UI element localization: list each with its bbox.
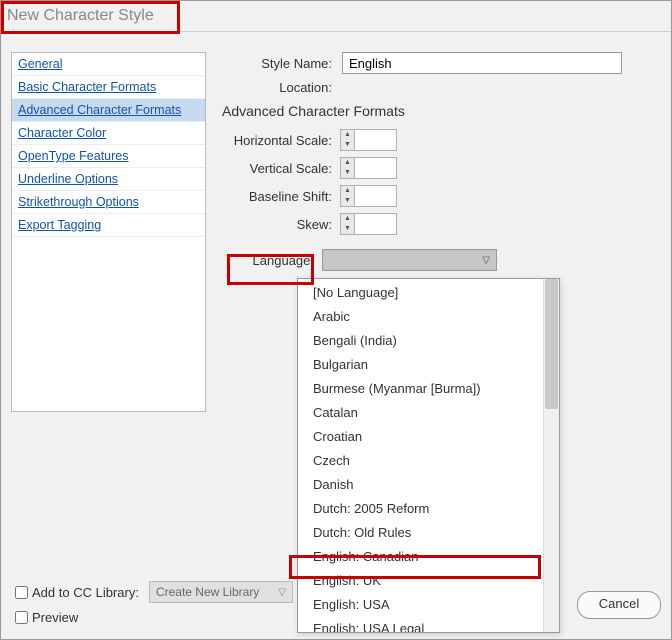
lang-option-danish[interactable]: Danish xyxy=(298,473,559,497)
lang-option-dutch-old[interactable]: Dutch: Old Rules xyxy=(298,521,559,545)
dialog-title: New Character Style xyxy=(1,1,671,32)
dialog: New Character Style General Basic Charac… xyxy=(0,0,672,640)
lang-option-arabic[interactable]: Arabic xyxy=(298,305,559,329)
lang-option-croatian[interactable]: Croatian xyxy=(298,425,559,449)
location-label: Location: xyxy=(222,80,342,95)
lang-option-english-usa[interactable]: English: USA xyxy=(298,593,559,617)
lang-option-bengali[interactable]: Bengali (India) xyxy=(298,329,559,353)
vertical-scale-label: Vertical Scale: xyxy=(222,161,340,176)
baseline-shift-input[interactable] xyxy=(355,185,397,207)
dropdown-options: [No Language] Arabic Bengali (India) Bul… xyxy=(298,279,559,633)
language-label: Language: xyxy=(222,253,322,268)
cc-library-select[interactable]: Create New Library ▽ xyxy=(149,581,293,603)
lang-option-catalan[interactable]: Catalan xyxy=(298,401,559,425)
cc-library-select-value: Create New Library xyxy=(156,585,259,599)
baseline-shift-label: Baseline Shift: xyxy=(222,189,340,204)
preview-label: Preview xyxy=(32,610,78,625)
preview-checkbox[interactable]: Preview xyxy=(11,608,139,627)
sidebar-item-opentype-features[interactable]: OpenType Features xyxy=(12,145,205,168)
lang-option-english-canadian[interactable]: English: Canadian xyxy=(298,545,559,569)
sidebar-item-export-tagging[interactable]: Export Tagging xyxy=(12,214,205,237)
chevron-down-icon: ▽ xyxy=(482,255,490,266)
chevron-down-icon: ▽ xyxy=(278,587,286,598)
style-name-label: Style Name: xyxy=(222,56,342,71)
sidebar-item-advanced-character-formats[interactable]: Advanced Character Formats xyxy=(12,99,205,122)
lang-option-dutch-2005[interactable]: Dutch: 2005 Reform xyxy=(298,497,559,521)
language-dropdown-list: [No Language] Arabic Bengali (India) Bul… xyxy=(297,278,560,633)
skew-input[interactable] xyxy=(355,213,397,235)
sidebar-item-general[interactable]: General xyxy=(12,53,205,76)
dropdown-scrollbar[interactable] xyxy=(543,279,559,632)
sidebar-item-character-color[interactable]: Character Color xyxy=(12,122,205,145)
lang-option-english-uk[interactable]: English: UK xyxy=(298,569,559,593)
lang-option-bulgarian[interactable]: Bulgarian xyxy=(298,353,559,377)
horizontal-scale-label: Horizontal Scale: xyxy=(222,133,340,148)
lang-option-english-usa-legal[interactable]: English: USA Legal xyxy=(298,617,559,633)
lang-option-burmese[interactable]: Burmese (Myanmar [Burma]) xyxy=(298,377,559,401)
skew-label: Skew: xyxy=(222,217,340,232)
vertical-scale-stepper[interactable]: ▲▼ xyxy=(340,157,355,179)
skew-stepper[interactable]: ▲▼ xyxy=(340,213,355,235)
sidebar-item-basic-character-formats[interactable]: Basic Character Formats xyxy=(12,76,205,99)
language-dropdown[interactable]: ▽ xyxy=(322,249,497,271)
add-to-cc-library-checkbox[interactable]: Add to CC Library: xyxy=(11,583,139,602)
vertical-scale-input[interactable] xyxy=(355,157,397,179)
cancel-button[interactable]: Cancel xyxy=(577,591,661,619)
horizontal-scale-stepper[interactable]: ▲▼ xyxy=(340,129,355,151)
baseline-shift-stepper[interactable]: ▲▼ xyxy=(340,185,355,207)
lang-option-czech[interactable]: Czech xyxy=(298,449,559,473)
add-to-cc-library-label: Add to CC Library: xyxy=(32,585,139,600)
style-name-input[interactable] xyxy=(342,52,622,74)
sidebar-item-underline-options[interactable]: Underline Options xyxy=(12,168,205,191)
scrollbar-thumb[interactable] xyxy=(545,279,558,409)
lang-option-no-language[interactable]: [No Language] xyxy=(298,281,559,305)
horizontal-scale-input[interactable] xyxy=(355,129,397,151)
sidebar-item-strikethrough-options[interactable]: Strikethrough Options xyxy=(12,191,205,214)
sidebar: General Basic Character Formats Advanced… xyxy=(11,52,206,412)
section-title: Advanced Character Formats xyxy=(222,103,661,119)
